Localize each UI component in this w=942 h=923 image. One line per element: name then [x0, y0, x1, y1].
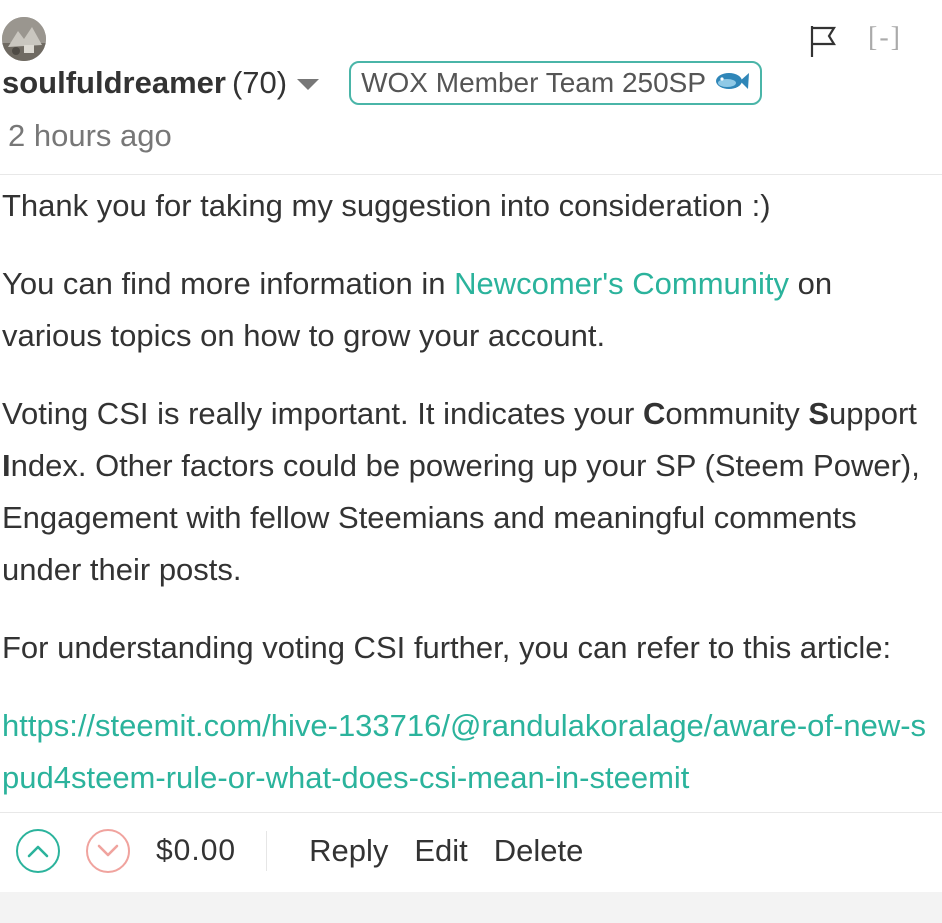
- reply-button[interactable]: Reply: [309, 833, 388, 869]
- footer-divider: [0, 812, 942, 813]
- paragraph-3-text-b: ommunity: [665, 396, 809, 431]
- comment-body: Thank you for taking my suggestion into …: [2, 180, 937, 804]
- chevron-down-circle-icon: [97, 844, 119, 857]
- user-avatar[interactable]: [2, 17, 46, 61]
- paragraph-4: For understanding voting CSI further, yo…: [2, 630, 892, 665]
- author-reputation: (70): [231, 65, 288, 100]
- collapse-toggle[interactable]: [-]: [868, 22, 902, 54]
- newcomers-community-link[interactable]: Newcomer's Community: [454, 266, 789, 301]
- bottom-band: [0, 892, 942, 923]
- caret-down-icon[interactable]: [297, 78, 320, 90]
- paragraph-3-text-d: ndex. Other factors could be powering up…: [2, 448, 920, 587]
- downvote-button[interactable]: [86, 829, 130, 873]
- footer-separator: [266, 831, 268, 871]
- author-name[interactable]: soulfuldreamer: [2, 65, 226, 101]
- payout-value[interactable]: $0.00: [156, 834, 236, 868]
- paragraph-3: Voting CSI is really important. It indic…: [2, 388, 937, 596]
- paragraph-3-bold-s: S: [808, 396, 830, 431]
- comment-card: soulfuldreamer (70) WOX Member Team 250S…: [0, 0, 942, 923]
- fish-icon: [714, 69, 750, 98]
- upvote-button[interactable]: [16, 829, 60, 873]
- paragraph-3-bold-c: C: [642, 396, 666, 431]
- badge-label: WOX Member Team 250SP: [361, 67, 707, 98]
- paragraph-2: You can find more information in Newcome…: [2, 258, 937, 362]
- comment-timestamp[interactable]: 2 hours ago: [8, 118, 172, 154]
- paragraph-2-text-a: You can find more information in: [2, 266, 455, 301]
- edit-button[interactable]: Edit: [414, 833, 467, 869]
- delete-button[interactable]: Delete: [494, 833, 584, 869]
- flag-icon[interactable]: [808, 24, 838, 58]
- paragraph-1: Thank you for taking my suggestion into …: [2, 188, 771, 223]
- article-link[interactable]: https://steemit.com/hive-133716/@randula…: [2, 708, 926, 795]
- paragraph-5: https://steemit.com/hive-133716/@randula…: [2, 700, 937, 804]
- header-divider: [0, 174, 942, 175]
- member-badge: WOX Member Team 250SP: [349, 61, 763, 105]
- chevron-up-circle-icon: [27, 845, 49, 858]
- comment-footer: $0.00 Reply Edit Delete: [0, 820, 942, 882]
- avatar-image: [2, 17, 46, 61]
- paragraph-3-text-c: upport: [829, 396, 917, 431]
- paragraph-3-text-a: Voting CSI is really important. It indic…: [2, 396, 643, 431]
- paragraph-3-bold-i: I: [2, 448, 11, 483]
- comment-header: soulfuldreamer (70) WOX Member Team 250S…: [2, 60, 763, 106]
